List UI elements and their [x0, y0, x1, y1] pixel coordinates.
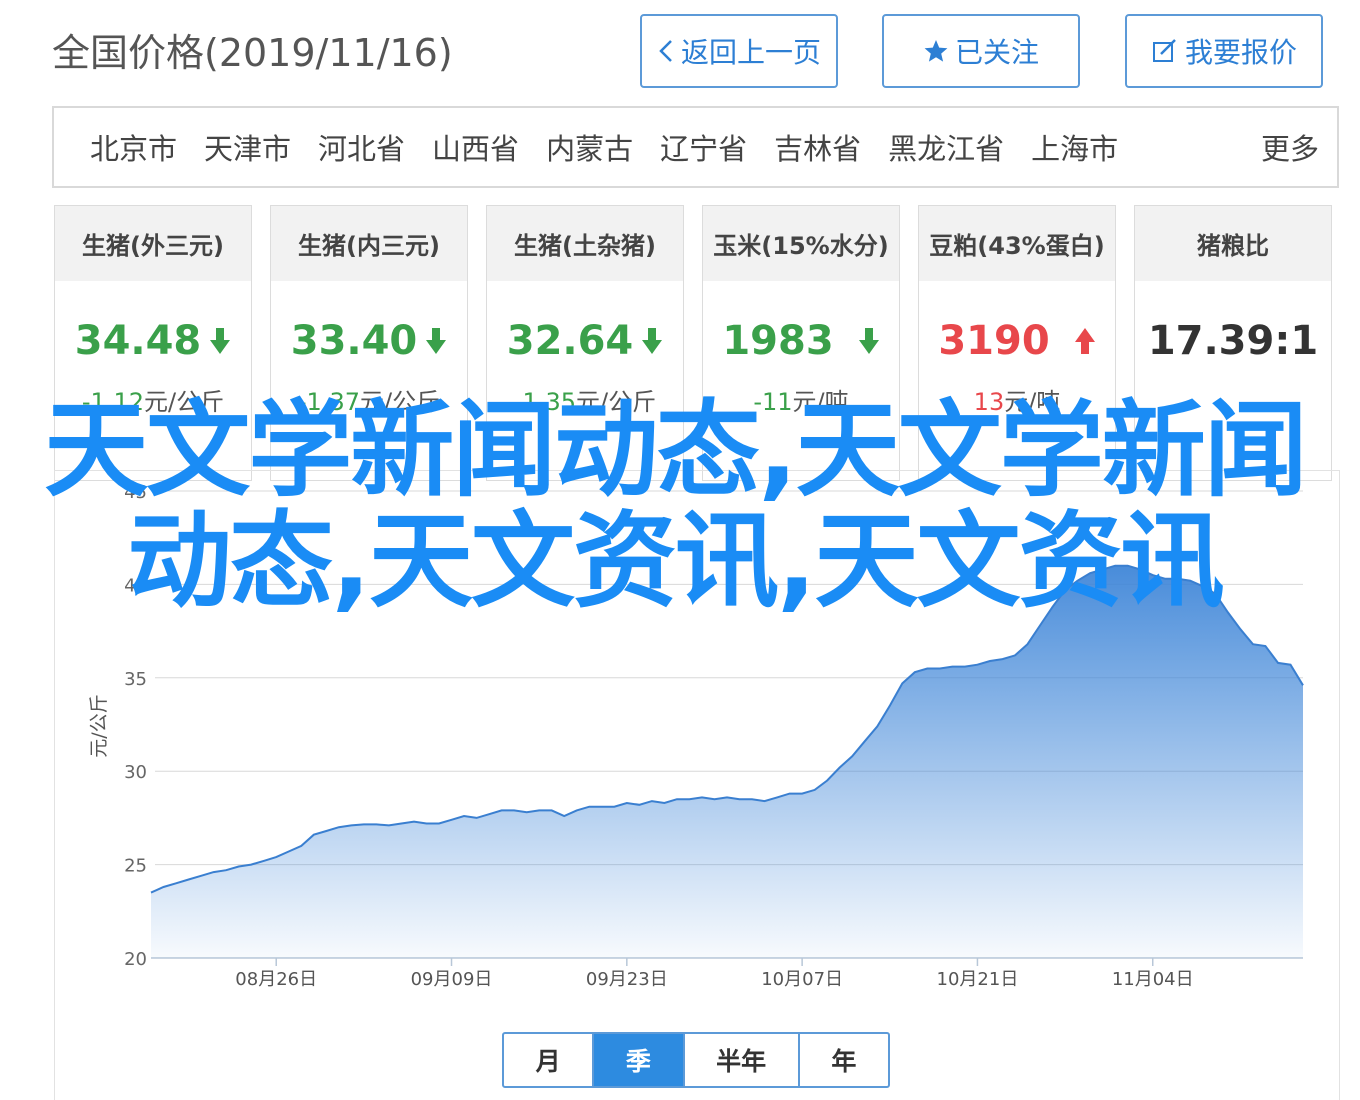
y-tick-label: 25	[124, 856, 147, 877]
arrow-down-icon	[858, 320, 880, 366]
card-title: 生猪(内三元)	[271, 206, 467, 281]
card-change-unit: 元/公斤	[360, 388, 441, 416]
chevron-left-icon	[657, 38, 675, 64]
price-chart-panel: 20 25 30 35 40 45 08月26日 09月09日 09月23日 10月07日 10月2…	[54, 470, 1340, 1100]
region-nav: 北京市 天津市 河北省 山西省 内蒙古 辽宁省 吉林省 黑龙江省 上海市 更多	[52, 106, 1339, 188]
y-tick-label: 20	[124, 949, 147, 970]
card-change: -1.12元/公斤	[55, 382, 251, 417]
price-card[interactable]: 生猪(土杂猪) 32.64 -1.35元/公斤	[486, 205, 684, 481]
card-value-number: 33.40	[290, 318, 418, 364]
card-change: -1.35元/公斤	[487, 382, 683, 417]
region-item-shanghai[interactable]: 上海市	[1031, 126, 1118, 168]
follow-button[interactable]: 已关注	[882, 14, 1080, 88]
y-tick-label: 30	[124, 762, 147, 783]
card-change: -1.37元/公斤	[271, 382, 467, 417]
report-price-button[interactable]: 我要报价	[1125, 14, 1323, 88]
card-value-number: 34.48	[74, 318, 202, 364]
card-change-unit: 元/公斤	[144, 388, 225, 416]
report-price-button-label: 我要报价	[1184, 36, 1297, 69]
region-item-tianjin[interactable]: 天津市	[204, 126, 291, 168]
x-tick-label: 10月07日	[761, 969, 843, 990]
x-tick-label: 09月09日	[411, 969, 493, 990]
y-tick-label: 40	[124, 575, 147, 596]
period-month-button[interactable]: 月	[504, 1034, 595, 1086]
region-item-liaoning[interactable]: 辽宁省	[660, 126, 747, 168]
x-tick-label: 08月26日	[235, 969, 317, 990]
card-value-number: 1983	[722, 318, 834, 364]
price-chart: 20 25 30 35 40 45 08月26日 09月09日 09月23日 10月07日 10月2…	[88, 482, 1304, 990]
period-year-button[interactable]: 年	[800, 1034, 888, 1086]
x-tick-label: 10月21日	[937, 969, 1019, 990]
card-title: 生猪(土杂猪)	[487, 206, 683, 281]
card-change-value: -1.12	[81, 388, 144, 416]
x-tick-label: 09月23日	[586, 969, 668, 990]
card-change-value: -1.35	[513, 388, 576, 416]
card-change-unit: 元/吨	[792, 388, 849, 416]
arrow-down-icon	[209, 320, 231, 366]
region-item-hebei[interactable]: 河北省	[318, 126, 405, 168]
price-card[interactable]: 豆粕(43%蛋白) 3190 13元/吨	[918, 205, 1116, 481]
price-card[interactable]: 生猪(外三元) 34.48 -1.12元/公斤	[54, 205, 252, 481]
price-card[interactable]: 猪粮比 17.39:1	[1134, 205, 1332, 481]
arrow-up-icon	[1074, 320, 1096, 366]
card-change-unit: 元/公斤	[576, 388, 657, 416]
region-item-heilongjiang[interactable]: 黑龙江省	[888, 126, 1004, 168]
region-item-neimenggu[interactable]: 内蒙古	[546, 126, 633, 168]
period-halfyear-button[interactable]: 半年	[685, 1034, 800, 1086]
card-title: 玉米(15%水分)	[703, 206, 899, 281]
card-value: 3190	[919, 318, 1115, 366]
back-button-label: 返回上一页	[680, 36, 821, 69]
region-item-jilin[interactable]: 吉林省	[774, 126, 861, 168]
card-title: 生猪(外三元)	[55, 206, 251, 281]
arrow-down-icon	[425, 320, 447, 366]
edit-icon	[1151, 37, 1179, 65]
star-icon	[923, 38, 949, 64]
card-value: 1983	[703, 318, 899, 366]
region-item-beijing[interactable]: 北京市	[90, 126, 177, 168]
page-title: 全国价格(2019/11/16)	[52, 31, 453, 75]
card-title: 猪粮比	[1135, 206, 1331, 281]
y-tick-label: 45	[124, 482, 147, 503]
period-quarter-button[interactable]: 季	[594, 1034, 685, 1086]
back-button[interactable]: 返回上一页	[640, 14, 838, 88]
card-change-value: -1.37	[297, 388, 360, 416]
card-title: 豆粕(43%蛋白)	[919, 206, 1115, 281]
card-value-number: 32.64	[506, 318, 634, 364]
region-more-link[interactable]: 更多	[1261, 126, 1319, 168]
card-value-number: 17.39:1	[1147, 318, 1319, 364]
y-tick-label: 35	[124, 669, 147, 690]
card-value: 17.39:1	[1135, 318, 1331, 364]
card-change-value: -11	[753, 388, 793, 416]
card-value: 34.48	[55, 318, 251, 366]
card-value: 33.40	[271, 318, 467, 366]
card-value-number: 3190	[938, 318, 1050, 364]
price-card[interactable]: 玉米(15%水分) 1983 -11元/吨	[702, 205, 900, 481]
card-change-unit: 元/吨	[1004, 388, 1061, 416]
period-selector: 月 季 半年 年	[502, 1032, 890, 1088]
card-change-value: 13	[973, 388, 1005, 416]
card-change: -11元/吨	[703, 382, 899, 417]
region-item-shanxi[interactable]: 山西省	[432, 126, 519, 168]
arrow-down-icon	[641, 320, 663, 366]
follow-button-label: 已关注	[954, 36, 1039, 69]
price-card[interactable]: 生猪(内三元) 33.40 -1.37元/公斤	[270, 205, 468, 481]
price-cards: 生猪(外三元) 34.48 -1.12元/公斤 生猪(内三元) 33.40 -1…	[54, 205, 1334, 481]
y-axis-label: 元/公斤	[88, 694, 110, 757]
series-area	[151, 565, 1303, 958]
x-tick-label: 11月04日	[1112, 969, 1194, 990]
card-change: 13元/吨	[919, 382, 1115, 417]
card-value: 32.64	[487, 318, 683, 366]
